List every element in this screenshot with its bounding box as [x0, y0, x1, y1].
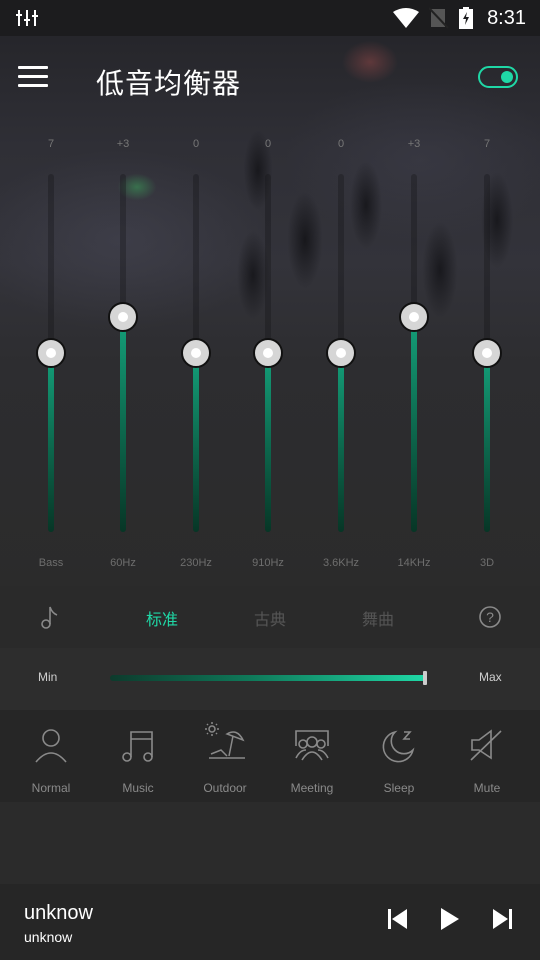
band-value: 7 — [483, 138, 491, 150]
empty-area — [0, 802, 540, 884]
now-playing-bar[interactable]: unknow unknow — [0, 884, 540, 960]
music-note-icon[interactable] — [40, 605, 60, 629]
mode-label: Meeting — [290, 781, 334, 795]
band-value: +3 — [116, 138, 130, 150]
band-slider-knob[interactable] — [36, 338, 66, 368]
band-value: 0 — [337, 138, 345, 150]
band-slider-knob[interactable] — [472, 338, 502, 368]
band-label: 230Hz — [180, 557, 212, 569]
eq-band-3d: 7 3D — [457, 130, 517, 580]
band-value: 7 — [47, 138, 55, 150]
speaker-mute-icon — [470, 729, 502, 761]
mode-label: Sleep — [383, 781, 415, 795]
sound-modes: Normal Music Outdoor Meeting Sleep Mute — [0, 710, 540, 802]
band-label: 60Hz — [110, 557, 136, 569]
preset-tab-dance[interactable]: 舞曲 — [362, 606, 394, 630]
band-value: +3 — [407, 138, 421, 150]
band-label: 14KHz — [397, 557, 431, 569]
band-slider-knob[interactable] — [326, 338, 356, 368]
hamburger-menu-icon[interactable] — [18, 66, 48, 92]
band-label: Bass — [38, 557, 64, 569]
band-value: 0 — [264, 138, 272, 150]
band-label: 3D — [479, 557, 495, 569]
battery-charging-icon — [459, 7, 474, 29]
eq-band-910hz: 0 910Hz — [238, 130, 298, 580]
eq-band-60hz: +3 60Hz — [93, 130, 153, 580]
track-title: unknow — [24, 902, 93, 924]
band-slider-knob[interactable] — [399, 302, 429, 333]
equalizer-notification-icon — [16, 10, 38, 26]
band-label: 3.6KHz — [322, 557, 360, 569]
band-slider-knob[interactable] — [181, 338, 211, 368]
band-fill — [338, 353, 344, 532]
volume-slider-row: Min Max — [0, 648, 540, 710]
volume-slider-track[interactable] — [110, 675, 426, 681]
status-time: 8:31 — [487, 6, 526, 29]
status-bar: 8:31 — [0, 0, 540, 36]
band-value: 0 — [192, 138, 200, 150]
meeting-group-icon — [295, 730, 329, 761]
moon-sleep-icon — [382, 730, 415, 763]
mode-sleep[interactable]: Sleep — [354, 710, 444, 802]
eq-band-bass: 7 Bass — [21, 130, 81, 580]
preset-tab-classical[interactable]: 古典 — [254, 606, 286, 630]
music-notes-icon — [122, 731, 153, 762]
mode-meeting[interactable]: Meeting — [267, 710, 357, 802]
band-fill — [193, 353, 199, 532]
next-icon[interactable] — [492, 908, 512, 930]
play-icon[interactable] — [440, 908, 460, 930]
band-fill — [484, 353, 490, 532]
mode-label: Outdoor — [203, 781, 247, 795]
equalizer-panel: 7 Bass +3 60Hz 0 230Hz 0 910Hz 0 3.6KHz +3 14K… — [0, 130, 540, 580]
band-slider-knob[interactable] — [108, 302, 138, 333]
mode-label: Music — [122, 781, 154, 795]
mode-music[interactable]: Music — [93, 710, 183, 802]
equalizer-power-toggle[interactable] — [478, 66, 518, 88]
page-title: 低音均衡器 — [96, 68, 242, 99]
track-artist: unknow — [24, 929, 73, 945]
previous-icon[interactable] — [388, 908, 408, 930]
eq-band-14khz: +3 14KHz — [384, 130, 444, 580]
person-icon — [35, 729, 67, 763]
band-label: 910Hz — [252, 557, 284, 569]
app-bar: 低音均衡器 — [0, 36, 540, 124]
mode-mute[interactable]: Mute — [442, 710, 532, 802]
preset-bar: 标准 古典 舞曲 ? — [0, 586, 540, 648]
band-fill — [120, 317, 126, 532]
band-slider-knob[interactable] — [253, 338, 283, 368]
beach-umbrella-icon — [205, 722, 245, 759]
mode-label: Mute — [473, 781, 501, 795]
min-label: Min — [38, 670, 58, 684]
mode-outdoor[interactable]: Outdoor — [180, 710, 270, 802]
band-fill — [48, 353, 54, 532]
preset-tab-standard[interactable]: 标准 — [146, 606, 178, 630]
wifi-icon — [393, 8, 420, 28]
help-icon[interactable]: ? — [478, 605, 502, 629]
eq-band-3.6khz: 0 3.6KHz — [311, 130, 371, 580]
no-sim-icon — [429, 7, 449, 29]
band-fill — [265, 353, 271, 532]
volume-slider-thumb[interactable] — [423, 671, 427, 685]
max-label: Max — [479, 670, 502, 684]
band-fill — [411, 317, 417, 532]
svg-text:?: ? — [486, 609, 494, 625]
mode-label: Normal — [31, 781, 71, 795]
mode-normal[interactable]: Normal — [6, 710, 96, 802]
eq-band-230hz: 0 230Hz — [166, 130, 226, 580]
